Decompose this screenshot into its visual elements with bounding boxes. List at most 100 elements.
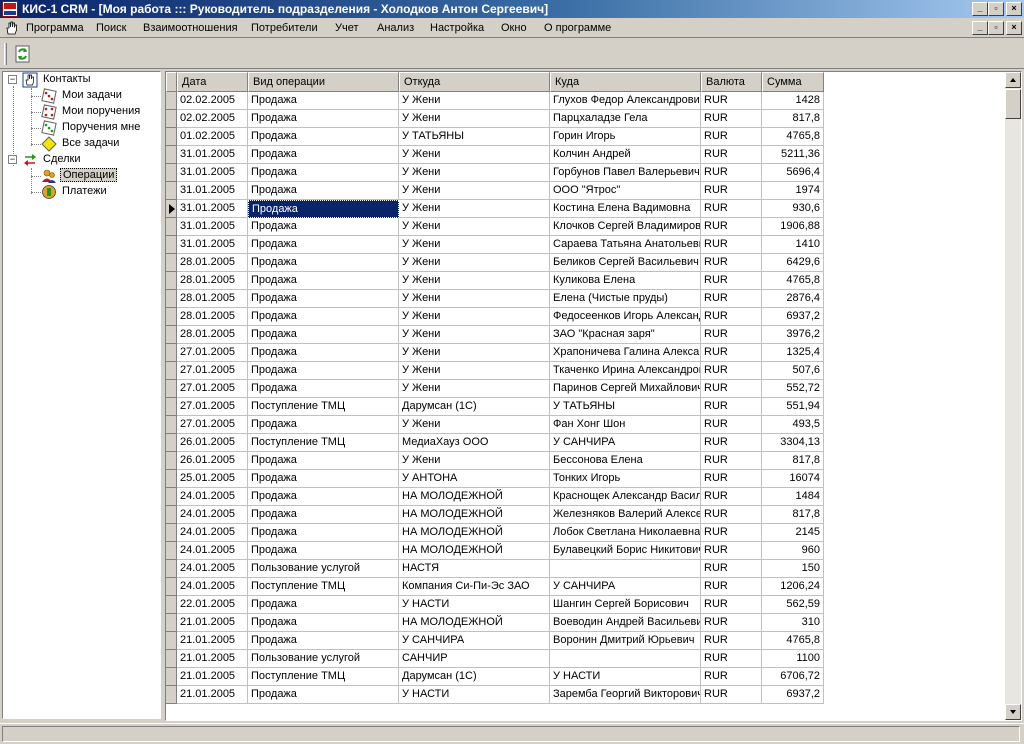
cell-currency[interactable]: RUR [701,344,762,362]
menu-window[interactable]: Окно [501,22,527,34]
cell-date[interactable]: 31.01.2005 [177,146,248,164]
cell-amount[interactable]: 4765,8 [762,632,824,650]
cell-to[interactable]: Фан Хонг Шон [550,416,701,434]
cell-from[interactable]: Дарумсан (1С) [399,398,550,416]
row-indicator[interactable] [166,308,177,326]
cell-operation-type[interactable]: Поступление ТМЦ [248,434,399,452]
cell-date[interactable]: 21.01.2005 [177,650,248,668]
row-indicator[interactable] [166,362,177,380]
cell-amount[interactable]: 2145 [762,524,824,542]
menu-relations[interactable]: Взаимоотношения [143,22,238,34]
cell-operation-type[interactable]: Продажа [248,326,399,344]
table-row[interactable]: 27.01.2005 Продажа У Жени Паринов Сергей Ми… [166,380,824,398]
cell-from[interactable]: У Жени [399,290,550,308]
cell-date[interactable]: 02.02.2005 [177,92,248,110]
cell-to[interactable]: Шангин Сергей Борисович [550,596,701,614]
menu-settings[interactable]: Настройка [430,22,484,34]
cell-currency[interactable]: RUR [701,632,762,650]
cell-amount[interactable]: 5696,4 [762,164,824,182]
cell-to[interactable]: Лобок Светлана Николаевна [550,524,701,542]
cell-currency[interactable]: RUR [701,596,762,614]
cell-date[interactable]: 25.01.2005 [177,470,248,488]
cell-to[interactable]: У НАСТИ [550,668,701,686]
row-indicator[interactable] [166,614,177,632]
cell-to[interactable]: Заремба Георгий Викторович [550,686,701,704]
row-indicator[interactable] [166,380,177,398]
cell-date[interactable]: 27.01.2005 [177,416,248,434]
cell-date[interactable]: 27.01.2005 [177,398,248,416]
table-row[interactable]: 25.01.2005 Продажа У АНТОНА Тонких Игорь RUR… [166,470,824,488]
table-row[interactable]: 27.01.2005 Поступление ТМЦ Дарумсан (1С) У … [166,398,824,416]
cell-operation-type[interactable]: Продажа [248,236,399,254]
cell-from[interactable]: У Жени [399,236,550,254]
row-indicator[interactable] [166,542,177,560]
cell-to[interactable]: Воронин Дмитрий Юрьевич [550,632,701,650]
cell-amount[interactable]: 310 [762,614,824,632]
cell-currency[interactable]: RUR [701,506,762,524]
cell-operation-type[interactable]: Продажа [248,488,399,506]
cell-date[interactable]: 27.01.2005 [177,362,248,380]
cell-date[interactable]: 21.01.2005 [177,668,248,686]
row-indicator[interactable] [166,398,177,416]
cell-amount[interactable]: 1974 [762,182,824,200]
cell-from[interactable]: У ТАТЬЯНЫ [399,128,550,146]
cell-date[interactable]: 28.01.2005 [177,272,248,290]
cell-date[interactable]: 24.01.2005 [177,560,248,578]
cell-amount[interactable]: 6429,6 [762,254,824,272]
table-row[interactable]: 28.01.2005 Продажа У Жени ЗАО "Красная заря… [166,326,824,344]
table-row[interactable]: 21.01.2005 Пользование услугой САНЧИР RUR 11… [166,650,824,668]
cell-to[interactable]: Елена (Чистые пруды) [550,290,701,308]
cell-currency[interactable]: RUR [701,452,762,470]
cell-currency[interactable]: RUR [701,668,762,686]
cell-amount[interactable]: 1325,4 [762,344,824,362]
row-indicator[interactable] [166,578,177,596]
cell-amount[interactable]: 552,72 [762,380,824,398]
cell-from[interactable]: У Жени [399,416,550,434]
cell-operation-type[interactable]: Продажа [248,308,399,326]
table-row[interactable]: 27.01.2005 Продажа У Жени Фан Хонг Шон RUR 49… [166,416,824,434]
row-indicator[interactable] [166,524,177,542]
table-row[interactable]: 31.01.2005 Продажа У Жени Горбунов Павел Ва… [166,164,824,182]
cell-currency[interactable]: RUR [701,542,762,560]
menu-analysis[interactable]: Анализ [377,22,414,34]
minimize-button[interactable]: _ [972,2,988,16]
cell-from[interactable]: НА МОЛОДЕЖНОЙ [399,506,550,524]
row-indicator[interactable] [166,344,177,362]
cell-to[interactable]: Железняков Валерий Алексеевич [550,506,701,524]
cell-from[interactable]: У Жени [399,92,550,110]
cell-amount[interactable]: 1906,88 [762,218,824,236]
table-row[interactable]: 21.01.2005 Поступление ТМЦ Дарумсан (1С) У … [166,668,824,686]
cell-to[interactable]: Краснощек Александр Васильевич [550,488,701,506]
header-currency[interactable]: Валюта [701,72,762,92]
table-row[interactable]: 24.01.2005 Продажа НА МОЛОДЕЖНОЙ Булавецкий… [166,542,824,560]
cell-amount[interactable]: 6937,2 [762,308,824,326]
table-row[interactable]: 21.01.2005 Продажа НА МОЛОДЕЖНОЙ Воеводин А… [166,614,824,632]
table-row[interactable]: 01.02.2005 Продажа У ТАТЬЯНЫ Горин Игорь RUR… [166,128,824,146]
cell-currency[interactable]: RUR [701,182,762,200]
cell-amount[interactable]: 6937,2 [762,686,824,704]
table-row[interactable]: 28.01.2005 Продажа У Жени Федосеенков Игорь… [166,308,824,326]
cell-to[interactable]: Воеводин Андрей Васильевич [550,614,701,632]
header-date[interactable]: Дата [177,72,248,92]
menu-about[interactable]: О программе [544,22,611,34]
row-indicator[interactable] [166,290,177,308]
mdi-close-button[interactable]: × [1006,21,1022,35]
cell-amount[interactable]: 16074 [762,470,824,488]
cell-amount[interactable]: 3304,13 [762,434,824,452]
cell-date[interactable]: 31.01.2005 [177,200,248,218]
cell-currency[interactable]: RUR [701,362,762,380]
cell-operation-type[interactable]: Пользование услугой [248,650,399,668]
cell-operation-type[interactable]: Продажа [248,182,399,200]
cell-date[interactable]: 26.01.2005 [177,452,248,470]
header-from[interactable]: Откуда [399,72,550,92]
cell-operation-type[interactable]: Поступление ТМЦ [248,398,399,416]
cell-operation-type[interactable]: Продажа [248,164,399,182]
cell-currency[interactable]: RUR [701,146,762,164]
header-amount[interactable]: Сумма [762,72,824,92]
scroll-thumb[interactable] [1005,89,1021,119]
cell-currency[interactable]: RUR [701,380,762,398]
cell-amount[interactable]: 1206,24 [762,578,824,596]
cell-date[interactable]: 26.01.2005 [177,434,248,452]
vertical-scrollbar[interactable] [1005,72,1021,720]
cell-currency[interactable]: RUR [701,236,762,254]
